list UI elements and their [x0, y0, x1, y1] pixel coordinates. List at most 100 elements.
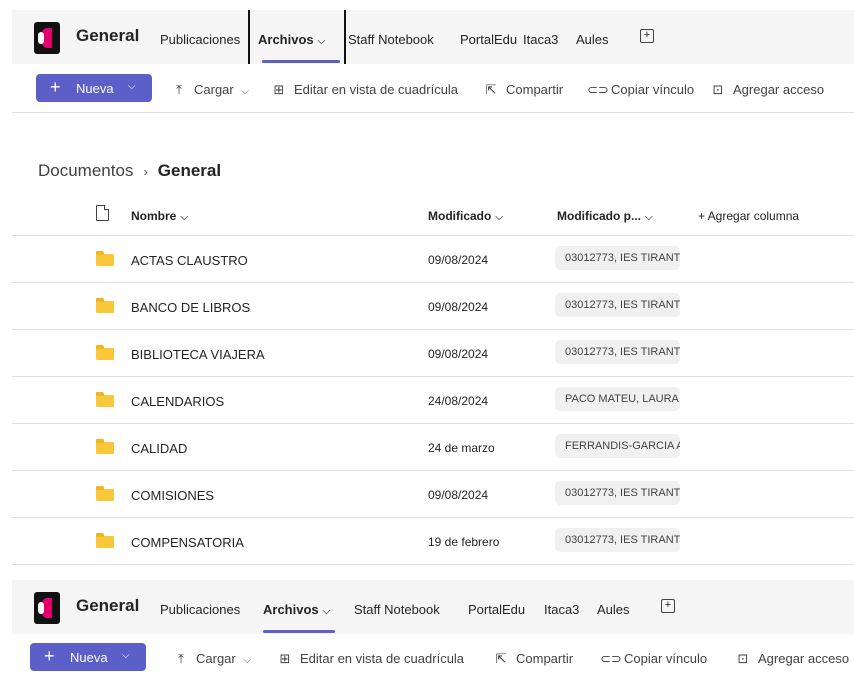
- modified-date: 09/08/2024: [428, 300, 489, 314]
- file-name[interactable]: CALENDARIOS: [131, 394, 224, 409]
- add-column-button[interactable]: + Agregar columna: [698, 209, 799, 223]
- file-name[interactable]: ACTAS CLAUSTRO: [131, 253, 248, 268]
- modified-date: 24 de marzo: [428, 441, 495, 455]
- team-name: General: [76, 26, 140, 45]
- breadcrumb-current: General: [157, 161, 222, 180]
- modified-by[interactable]: 03012773, IES TIRANT: [555, 293, 680, 317]
- add-shortcut-button[interactable]: ⊡ Agregar acceso: [709, 82, 825, 98]
- share-icon: ⇱: [495, 651, 507, 666]
- tab-publicaciones[interactable]: Publicaciones: [160, 32, 240, 47]
- chevron-down-icon: ⌵: [495, 212, 503, 223]
- table-row[interactable]: CALIDAD 24 de marzo FERRANDIS-GARCIA A: [12, 424, 854, 471]
- file-name[interactable]: COMPENSATORIA: [131, 535, 244, 550]
- grid-view-button[interactable]: ⊞ Editar en vista de cuadrícula: [270, 82, 459, 98]
- chevron-down-icon: ⌵: [180, 212, 188, 223]
- file-name[interactable]: CALIDAD: [131, 441, 187, 456]
- file-name[interactable]: BIBLIOTECA VIAJERA: [131, 347, 265, 362]
- upload-icon: ⤒: [178, 651, 184, 666]
- modified-by[interactable]: PACO MATEU, LAURA: [555, 387, 680, 411]
- column-name[interactable]: Nombre ⌵: [131, 209, 188, 223]
- team-logo: [34, 22, 60, 54]
- table-row[interactable]: BANCO DE LIBROS 09/08/2024 03012773, IES T…: [12, 283, 854, 330]
- file-name[interactable]: BANCO DE LIBROS: [131, 300, 250, 315]
- chevron-down-icon: ⌵: [243, 655, 251, 666]
- column-modified[interactable]: Modificado ⌵: [428, 209, 503, 223]
- table-row[interactable]: COMISIONES 09/08/2024 03012773, IES TIRANT: [12, 471, 854, 518]
- link-icon: ⊂⊃: [587, 82, 609, 97]
- chevron-down-icon: ⌵: [122, 650, 130, 661]
- table-row[interactable]: CALENDARIOS 24/08/2024 PACO MATEU, LAURA: [12, 377, 854, 424]
- share-button[interactable]: ⇱ Compartir: [492, 651, 574, 667]
- modified-date: 09/08/2024: [428, 253, 489, 267]
- command-bar: + Nueva ⌵ ⤒ Cargar ⌵ ⊞ Editar en vista de …: [12, 64, 854, 113]
- table-header: Nombre ⌵ Modificado ⌵ Modificado p... ⌵ + A…: [12, 201, 854, 236]
- tab-itaca3[interactable]: Itaca3: [544, 602, 579, 617]
- shortcut-icon: ⊡: [712, 82, 724, 97]
- tab-portaledu[interactable]: PortalEdu: [468, 602, 525, 617]
- team-name: General: [76, 596, 140, 615]
- modified-date: 09/08/2024: [428, 488, 489, 502]
- table-row[interactable]: ACTAS CLAUSTRO 09/08/2024 03012773, IES TI…: [12, 236, 854, 283]
- modified-by[interactable]: 03012773, IES TIRANT: [555, 528, 680, 552]
- chevron-down-icon: ⌵: [645, 212, 653, 223]
- team-logo: [34, 592, 60, 624]
- grid-icon: ⊞: [273, 82, 285, 97]
- chevron-down-icon: ⌵: [128, 81, 136, 92]
- breadcrumb-root[interactable]: Documentos: [38, 161, 133, 180]
- tab-publicaciones[interactable]: Publicaciones: [160, 602, 240, 617]
- chevron-right-icon: ›: [143, 164, 148, 179]
- folder-icon: [96, 486, 114, 501]
- document-icon: [96, 205, 109, 221]
- focus-outline: [248, 10, 346, 68]
- upload-button[interactable]: ⤒ Cargar ⌵: [170, 82, 249, 98]
- modified-by[interactable]: 03012773, IES TIRANT: [555, 246, 680, 270]
- channel-header: General Publicaciones Archivos ⌵ Staff No…: [12, 10, 854, 68]
- file-name[interactable]: COMISIONES: [131, 488, 214, 503]
- document-library: Documentos › General Nombre ⌵ Modificado ⌵ M…: [12, 113, 854, 568]
- folder-icon: [96, 533, 114, 548]
- plus-icon: +: [44, 646, 55, 666]
- upload-icon: ⤒: [176, 82, 182, 97]
- tab-itaca3[interactable]: Itaca3: [523, 32, 558, 47]
- chevron-down-icon: ⌵: [322, 606, 331, 617]
- plus-icon: +: [50, 77, 61, 97]
- copy-link-button[interactable]: ⊂⊃ Copiar vínculo: [587, 82, 694, 98]
- table-row[interactable]: BIBLIOTECA VIAJERA 09/08/2024 03012773, IE…: [12, 330, 854, 377]
- breadcrumb: Documentos › General: [38, 161, 221, 181]
- shortcut-icon: ⊡: [737, 651, 749, 666]
- chevron-down-icon: ⌵: [241, 86, 249, 97]
- modified-date: 24/08/2024: [428, 394, 489, 408]
- copy-link-button[interactable]: ⊂⊃ Copiar vínculo: [600, 651, 707, 667]
- share-icon: ⇱: [485, 82, 497, 97]
- table-row[interactable]: COMPENSATORIA 19 de febrero 03012773, IES …: [12, 518, 854, 565]
- link-icon: ⊂⊃: [600, 651, 622, 666]
- modified-date: 09/08/2024: [428, 347, 489, 361]
- modified-by[interactable]: FERRANDIS-GARCIA A: [555, 434, 680, 458]
- teams-files-view: General Publicaciones Archivos ⌵ Staff No…: [12, 10, 854, 568]
- tab-staff-notebook[interactable]: Staff Notebook: [354, 602, 440, 617]
- tab-aules[interactable]: Aules: [576, 32, 609, 47]
- teams-files-view-duplicate: General Publicaciones Archivos ⌵ Staff No…: [12, 580, 854, 680]
- tab-staff-notebook[interactable]: Staff Notebook: [348, 32, 434, 47]
- channel-header: General Publicaciones Archivos ⌵ Staff No…: [12, 580, 854, 635]
- folder-icon: [96, 298, 114, 313]
- column-modified-by[interactable]: Modificado p... ⌵: [557, 209, 653, 223]
- add-tab-icon[interactable]: +: [661, 599, 675, 613]
- modified-by[interactable]: 03012773, IES TIRANT: [555, 481, 680, 505]
- new-button[interactable]: + Nueva ⌵: [36, 74, 152, 102]
- modified-date: 19 de febrero: [428, 535, 500, 549]
- tab-portaledu[interactable]: PortalEdu: [460, 32, 517, 47]
- active-tab-indicator: [263, 630, 335, 633]
- new-button[interactable]: + Nueva ⌵: [30, 643, 146, 671]
- add-tab-icon[interactable]: +: [640, 29, 654, 43]
- add-shortcut-button[interactable]: ⊡ Agregar acceso: [734, 651, 850, 667]
- tab-archivos[interactable]: Archivos ⌵: [263, 602, 330, 617]
- grid-view-button[interactable]: ⊞ Editar en vista de cuadrícula: [276, 651, 465, 667]
- share-button[interactable]: ⇱ Compartir: [482, 82, 564, 98]
- upload-button[interactable]: ⤒ Cargar ⌵: [172, 651, 251, 667]
- modified-by[interactable]: 03012773, IES TIRANT: [555, 340, 680, 364]
- folder-icon: [96, 251, 114, 266]
- command-bar: + Nueva ⌵ ⤒ Cargar ⌵ ⊞ Editar en vista de …: [12, 634, 854, 680]
- tab-aules[interactable]: Aules: [597, 602, 630, 617]
- folder-icon: [96, 345, 114, 360]
